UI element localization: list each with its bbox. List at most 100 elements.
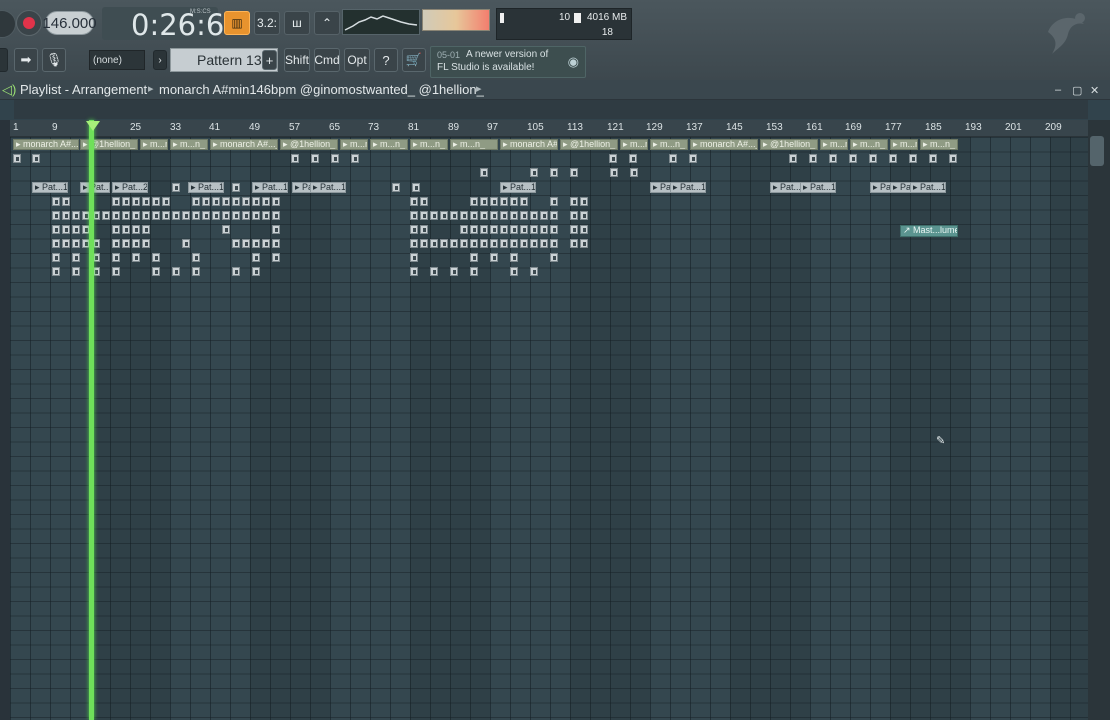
pattern-clip[interactable]: ▸ Pat...1 — [910, 182, 946, 193]
audio-clip[interactable]: ▸ m...n_ — [850, 139, 888, 150]
pattern-clip[interactable]: ▸ Pat...1 — [800, 182, 836, 193]
pattern-clip-mini[interactable] — [142, 239, 150, 248]
pattern-clip-mini[interactable] — [530, 225, 538, 234]
pattern-clip-mini[interactable] — [52, 211, 60, 220]
pattern-clip-mini[interactable] — [570, 168, 578, 177]
pattern-clip[interactable]: ▸ Pat...1 — [252, 182, 288, 193]
cmd-button[interactable]: Cmd — [314, 48, 340, 72]
audio-clip[interactable]: ▸ monarch A#..._ — [690, 139, 758, 150]
pattern-clip-mini[interactable] — [192, 267, 200, 276]
pattern-clip-mini[interactable] — [112, 239, 120, 248]
pattern-clip-mini[interactable] — [570, 239, 578, 248]
pattern-clip-mini[interactable] — [252, 253, 260, 262]
pattern-clip-mini[interactable] — [929, 154, 937, 163]
pattern-clip-mini[interactable] — [849, 154, 857, 163]
timeline-ruler[interactable]: 1 9 25 33 41 49 57 65 73 81 89 97 105 113 121 129 137 145… — [10, 120, 1088, 137]
pattern-clip-mini[interactable] — [410, 239, 418, 248]
pattern-clip-mini[interactable] — [480, 225, 488, 234]
pattern-clip-mini[interactable] — [510, 225, 518, 234]
pattern-clip-mini[interactable] — [311, 154, 319, 163]
opt-button[interactable]: Opt — [344, 48, 370, 72]
pattern-clip-mini[interactable] — [450, 211, 458, 220]
pattern-clip-mini[interactable] — [252, 211, 260, 220]
pattern-clip-mini[interactable] — [192, 197, 200, 206]
pattern-clip-mini[interactable] — [500, 239, 508, 248]
audio-clip[interactable]: ▸ m...n_ — [450, 139, 498, 150]
pattern-clip-mini[interactable] — [410, 197, 418, 206]
pattern-clip-mini[interactable] — [32, 154, 40, 163]
pattern-clip-mini[interactable] — [122, 197, 130, 206]
pattern-clip-mini[interactable] — [530, 239, 538, 248]
pattern-clip-mini[interactable] — [440, 239, 448, 248]
pattern-clip-mini[interactable] — [242, 239, 250, 248]
audio-clip[interactable]: ▸ m...n_ — [890, 139, 918, 150]
pattern-clip-mini[interactable] — [470, 253, 478, 262]
pattern-clip-mini[interactable] — [510, 197, 518, 206]
pattern-clip-mini[interactable] — [490, 225, 498, 234]
pattern-clip-mini[interactable] — [72, 225, 80, 234]
pattern-clip-mini[interactable] — [550, 253, 558, 262]
tempo-display[interactable]: 146.000 — [42, 11, 97, 35]
pattern-clip-mini[interactable] — [52, 197, 60, 206]
pattern-clip-mini[interactable] — [252, 239, 260, 248]
pattern-clip-mini[interactable] — [112, 197, 120, 206]
audio-clip[interactable]: ▸ monarch A#..._ — [210, 139, 278, 150]
pattern-clip-mini[interactable] — [122, 225, 130, 234]
pattern-clip-mini[interactable] — [222, 211, 230, 220]
audio-clip[interactable]: ▸ @1hellion_ — [560, 139, 618, 150]
audio-clip[interactable]: ▸ m...n_ — [170, 139, 208, 150]
pattern-clip-mini[interactable] — [490, 239, 498, 248]
pattern-clip-mini[interactable] — [392, 183, 400, 192]
pattern-clip-mini[interactable] — [550, 211, 558, 220]
pattern-clip-mini[interactable] — [52, 267, 60, 276]
pattern-clip-mini[interactable] — [202, 197, 210, 206]
pattern-clip-mini[interactable] — [152, 197, 160, 206]
pattern-clip-mini[interactable] — [490, 211, 498, 220]
pattern-clip-mini[interactable] — [291, 154, 299, 163]
pattern-clip-mini[interactable] — [410, 253, 418, 262]
audio-clip[interactable]: ▸ m...n_ — [340, 139, 368, 150]
pattern-clip-mini[interactable] — [480, 211, 488, 220]
audio-clip[interactable]: ▸ monarch A#..._ — [500, 139, 558, 150]
playlist-grid[interactable]: ▸ monarch A#..._▸ @1hellion_▸ m...n_▸ m.… — [10, 137, 1088, 720]
pattern-clip-mini[interactable] — [630, 168, 638, 177]
pattern-clip-mini[interactable] — [132, 239, 140, 248]
vertical-scrollbar-thumb[interactable] — [1090, 136, 1104, 166]
audio-clip[interactable]: ▸ monarch A#..._ — [13, 139, 79, 150]
pattern-clip-mini[interactable] — [72, 211, 80, 220]
pattern-clip-mini[interactable] — [262, 239, 270, 248]
pattern-clip-mini[interactable] — [420, 239, 428, 248]
pattern-clip-mini[interactable] — [580, 197, 588, 206]
pattern-clip-mini[interactable] — [410, 225, 418, 234]
menu-button[interactable] — [0, 48, 8, 72]
pattern-clip-mini[interactable] — [272, 211, 280, 220]
pattern-clip-mini[interactable] — [62, 239, 70, 248]
shift-button[interactable]: Shift — [284, 48, 310, 72]
playhead-line[interactable] — [89, 120, 94, 720]
pattern-clip-mini[interactable] — [52, 253, 60, 262]
pattern-clip-mini[interactable] — [172, 183, 180, 192]
pattern-clip-mini[interactable] — [102, 211, 110, 220]
news-panel[interactable]: 05-01 A newer version of FL Studio is av… — [430, 46, 586, 78]
pattern-clip-mini[interactable] — [550, 197, 558, 206]
pattern-clip-mini[interactable] — [450, 239, 458, 248]
pattern-clip-mini[interactable] — [490, 253, 498, 262]
pattern-clip-mini[interactable] — [610, 168, 618, 177]
pattern-clip-mini[interactable] — [440, 211, 448, 220]
pattern-clip-mini[interactable] — [232, 211, 240, 220]
microphone-icon[interactable]: 🎙 — [42, 48, 66, 72]
pattern-clip-mini[interactable] — [949, 154, 957, 163]
pattern-clip-mini[interactable] — [62, 211, 70, 220]
pattern-clip[interactable]: ▸ Pat...1 — [670, 182, 706, 193]
audio-clip[interactable]: ▸ m...n_ — [920, 139, 958, 150]
pattern-clip[interactable]: ▸ Pat...1 — [188, 182, 224, 193]
playhead-marker-icon[interactable] — [86, 121, 100, 131]
pattern-clip-mini[interactable] — [222, 225, 230, 234]
audio-clip[interactable]: ▸ @1hellion_ — [280, 139, 338, 150]
project-name[interactable]: monarch A#min146bpm @ginomostwanted_ @1h… — [159, 82, 484, 97]
pattern-clip-mini[interactable] — [132, 197, 140, 206]
pattern-clip-mini[interactable] — [500, 197, 508, 206]
pattern-clip-mini[interactable] — [520, 239, 528, 248]
pattern-clip-mini[interactable] — [252, 197, 260, 206]
pattern-clip-mini[interactable] — [152, 211, 160, 220]
